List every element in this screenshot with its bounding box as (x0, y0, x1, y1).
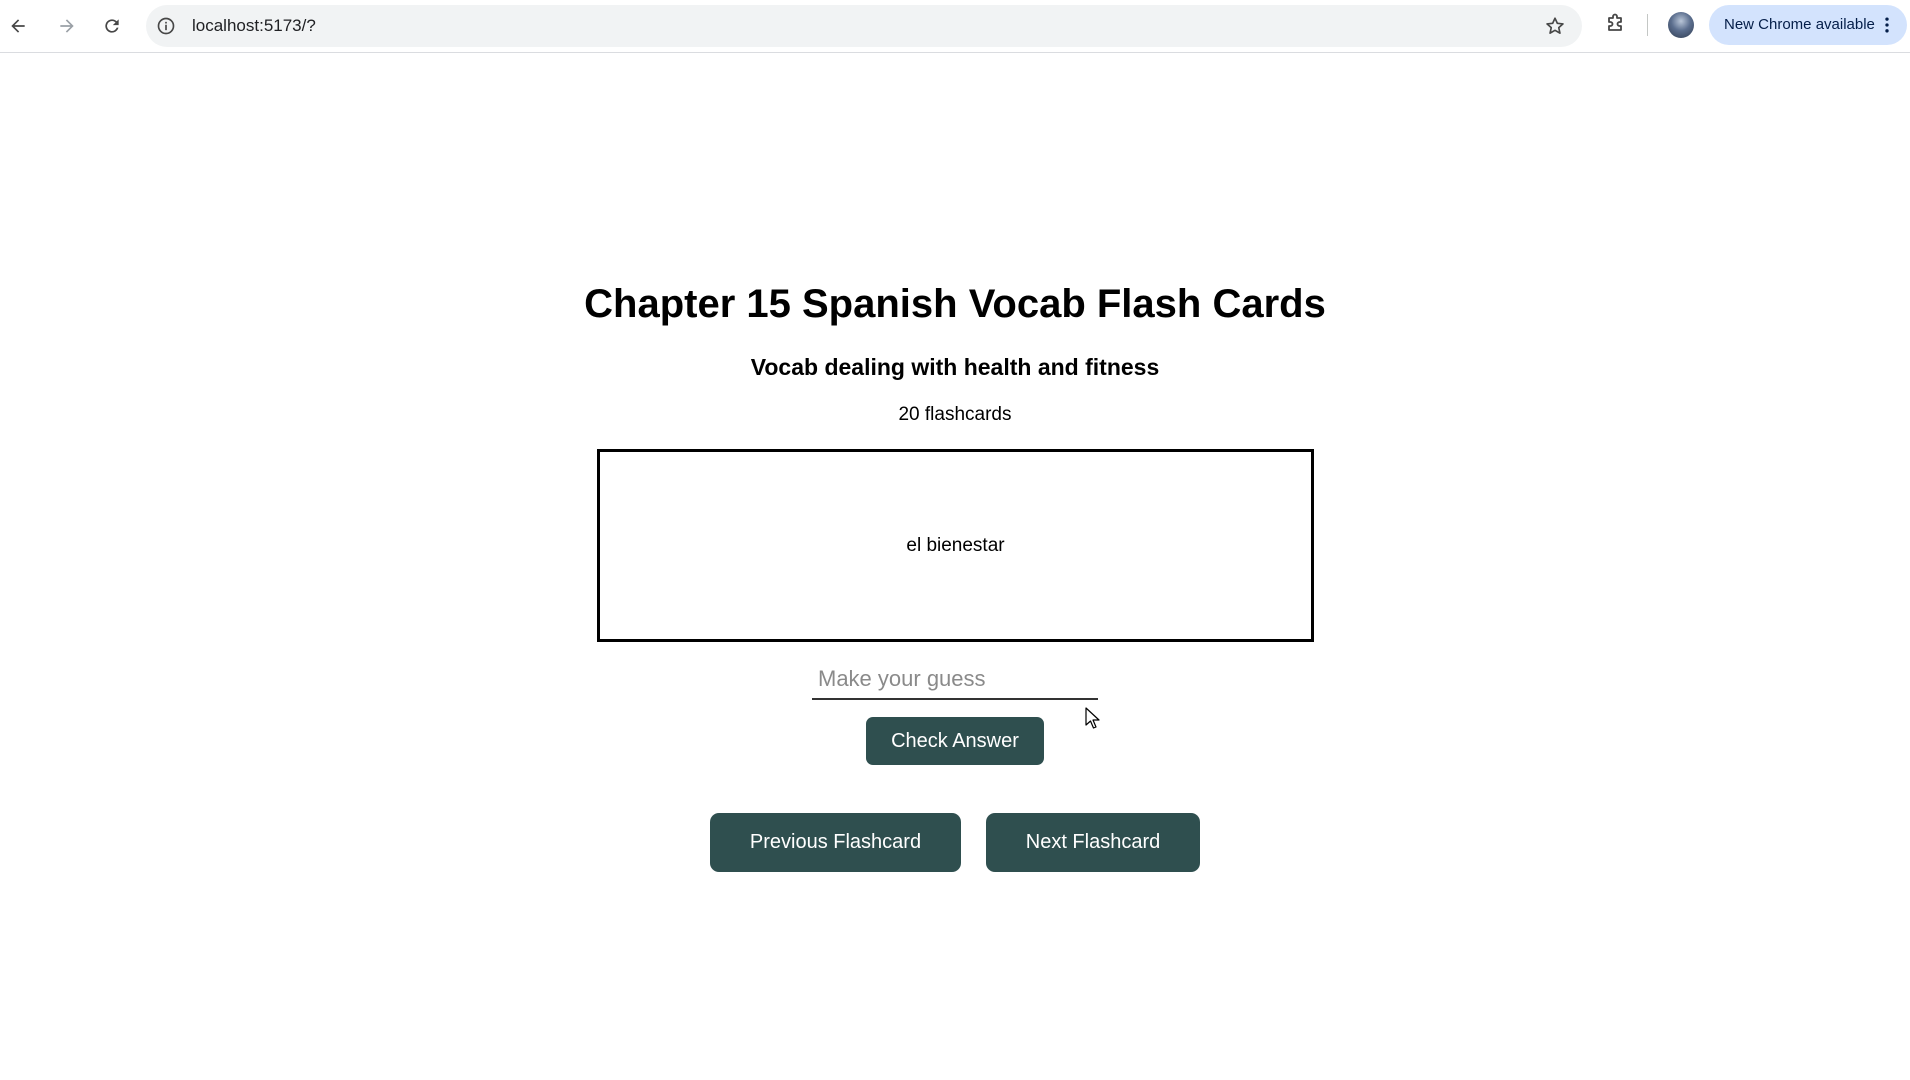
toolbar-divider (1647, 14, 1648, 36)
guess-input[interactable] (812, 660, 1098, 700)
arrow-left-icon (11, 19, 25, 33)
arrow-right-icon (60, 19, 74, 33)
flashcard-count: 20 flashcards (898, 404, 1012, 425)
address-bar[interactable]: localhost:5173/? (146, 5, 1582, 47)
flashcard[interactable]: el bienestar (597, 449, 1314, 642)
previous-flashcard-button[interactable]: Previous Flashcard (710, 813, 961, 872)
star-icon[interactable] (1544, 15, 1566, 37)
update-chrome-button[interactable]: New Chrome available (1709, 5, 1907, 45)
page-title: Chapter 15 Spanish Vocab Flash Cards (584, 282, 1326, 326)
reload-button[interactable] (96, 10, 128, 42)
info-icon[interactable] (156, 16, 176, 36)
flashcard-text: el bienestar (906, 534, 1005, 556)
forward-button[interactable] (51, 10, 83, 42)
reload-icon (105, 19, 119, 33)
next-flashcard-button[interactable]: Next Flashcard (986, 813, 1200, 872)
browser-toolbar: localhost:5173/? New Chrome available (0, 0, 1910, 53)
url-text[interactable]: localhost:5173/? (192, 17, 316, 35)
back-button[interactable] (2, 10, 34, 42)
avatar[interactable] (1668, 12, 1694, 38)
update-label: New Chrome available (1724, 16, 1875, 33)
page-content: Chapter 15 Spanish Vocab Flash Cards Voc… (0, 54, 1910, 1080)
puzzle-icon[interactable] (1603, 12, 1627, 36)
page-subtitle: Vocab dealing with health and fitness (750, 354, 1160, 380)
kebab-icon[interactable] (1877, 15, 1897, 35)
mouse-cursor-icon (1085, 707, 1100, 729)
check-answer-button[interactable]: Check Answer (866, 717, 1044, 765)
